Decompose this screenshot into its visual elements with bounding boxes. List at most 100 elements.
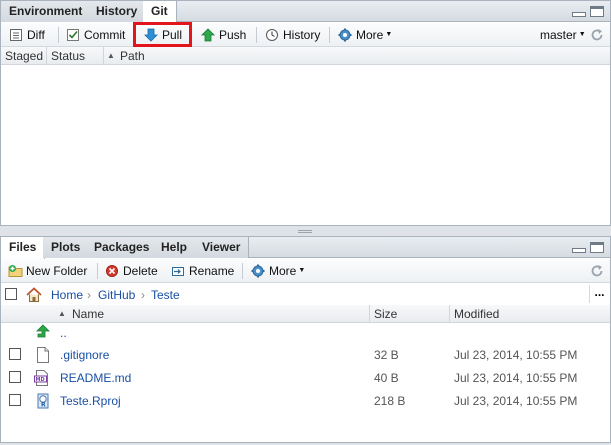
pull-highlight-box: [133, 22, 192, 47]
file-name-link[interactable]: Teste.Rproj: [60, 394, 121, 408]
commit-label: Commit: [84, 28, 126, 42]
rproj-file-icon: R: [35, 393, 51, 409]
tab-history[interactable]: History: [88, 1, 147, 22]
text-file-icon: [36, 347, 50, 363]
column-staged[interactable]: Staged: [5, 47, 43, 65]
commit-checkbox-icon: [66, 28, 80, 42]
tab-help[interactable]: Help: [153, 237, 197, 258]
commit-button[interactable]: Commit: [66, 25, 125, 45]
file-size: 218 B: [374, 394, 406, 408]
tab-viewer[interactable]: Viewer: [194, 237, 250, 258]
file-name-link[interactable]: .gitignore: [60, 348, 109, 362]
sort-ascending-icon: ▲: [107, 51, 115, 60]
more-menu-button[interactable]: More ▼: [338, 25, 392, 45]
select-all-checkbox[interactable]: [5, 288, 17, 300]
more-label: More: [269, 264, 297, 278]
rename-label: Rename: [189, 264, 235, 278]
home-icon[interactable]: [26, 287, 42, 303]
row-checkbox[interactable]: [9, 394, 21, 406]
delete-label: Delete: [123, 264, 158, 278]
tab-git[interactable]: Git: [143, 1, 177, 23]
splitter-grip-icon[interactable]: [298, 230, 312, 233]
tab-files[interactable]: Files: [1, 237, 46, 259]
row-checkbox[interactable]: [9, 371, 21, 383]
delete-button[interactable]: Delete: [105, 261, 158, 281]
breadcrumb: Home › GitHub › Teste ...: [1, 284, 610, 306]
maximize-pane-icon[interactable]: [590, 6, 604, 17]
file-modified: Jul 23, 2014, 10:55 PM: [454, 348, 578, 362]
new-folder-icon: [8, 264, 23, 278]
column-modified[interactable]: Modified: [454, 305, 499, 323]
breadcrumb-github[interactable]: GitHub: [98, 287, 135, 303]
chevron-down-icon: ▼: [385, 31, 393, 38]
toolbar-separator: [329, 27, 330, 43]
table-row[interactable]: MD README.md 40 B Jul 23, 2014, 10:55 PM: [1, 367, 610, 390]
file-name-link[interactable]: README.md: [60, 371, 131, 385]
new-folder-label: New Folder: [26, 264, 88, 278]
toolbar-separator: [97, 263, 98, 279]
breadcrumb-home[interactable]: Home: [51, 287, 83, 303]
git-pane: Environment History Git Diff Commit Pull: [0, 0, 611, 226]
sort-ascending-icon: ▲: [58, 309, 66, 318]
column-divider: [369, 305, 370, 323]
up-level-arrow-icon[interactable]: [35, 324, 51, 340]
table-row[interactable]: R Teste.Rproj 218 B Jul 23, 2014, 10:55 …: [1, 390, 610, 413]
file-size: 40 B: [374, 371, 399, 385]
parent-directory-link[interactable]: ..: [60, 326, 67, 340]
diff-icon: [9, 28, 23, 42]
push-label: Push: [219, 28, 247, 42]
breadcrumb-teste[interactable]: Teste: [151, 287, 180, 303]
toolbar-separator: [256, 27, 257, 43]
chevron-down-icon: ▼: [298, 267, 306, 274]
diff-label: Diff: [27, 28, 45, 42]
column-status[interactable]: Status: [51, 47, 85, 65]
pane-splitter[interactable]: [0, 226, 611, 236]
toolbar-separator: [58, 27, 59, 43]
column-size[interactable]: Size: [374, 305, 397, 323]
column-divider: [449, 305, 450, 323]
minimize-pane-icon[interactable]: [572, 248, 586, 253]
tab-packages[interactable]: Packages: [86, 237, 159, 258]
list-item[interactable]: ..: [1, 322, 610, 345]
breadcrumb-separator: ›: [87, 288, 91, 302]
branch-label: master: [540, 28, 577, 42]
branch-dropdown[interactable]: master ▼: [540, 25, 586, 45]
refresh-icon: [590, 28, 604, 42]
git-column-header: Staged Status ▲ Path: [1, 47, 610, 65]
diff-button[interactable]: Diff: [9, 25, 45, 45]
refresh-button[interactable]: [590, 25, 604, 45]
file-modified: Jul 23, 2014, 10:55 PM: [454, 371, 578, 385]
new-folder-button[interactable]: New Folder: [8, 261, 87, 281]
files-more-menu-button[interactable]: More ▼: [251, 261, 305, 281]
svg-text:R: R: [41, 402, 46, 409]
markdown-file-icon: MD: [34, 370, 50, 386]
history-button[interactable]: History: [265, 25, 320, 45]
files-pane: Files Plots Packages Help Viewer New Fol…: [0, 236, 611, 443]
breadcrumb-separator: ›: [141, 288, 145, 302]
toolbar-separator: [242, 263, 243, 279]
column-name[interactable]: Name: [72, 305, 104, 323]
chevron-down-icon: ▼: [578, 31, 586, 38]
tab-plots[interactable]: Plots: [43, 237, 90, 258]
row-checkbox[interactable]: [9, 348, 21, 360]
history-label: History: [283, 28, 321, 42]
more-label: More: [356, 28, 384, 42]
column-divider: [46, 47, 47, 65]
top-tabbar: Environment History Git: [1, 1, 610, 23]
gear-icon: [251, 264, 265, 278]
tab-environment[interactable]: Environment: [1, 1, 92, 22]
go-to-directory-button[interactable]: ...: [589, 285, 609, 303]
rename-icon: [171, 264, 185, 278]
gear-icon: [338, 28, 352, 42]
rename-button[interactable]: Rename: [171, 261, 234, 281]
table-row[interactable]: .gitignore 32 B Jul 23, 2014, 10:55 PM: [1, 344, 610, 367]
column-path[interactable]: Path: [120, 47, 145, 65]
refresh-button[interactable]: [590, 261, 604, 281]
clock-icon: [265, 28, 279, 42]
maximize-pane-icon[interactable]: [590, 242, 604, 253]
minimize-pane-icon[interactable]: [572, 12, 586, 17]
files-column-header: ▲ Name Size Modified: [1, 305, 610, 323]
push-arrow-up-icon: [201, 28, 215, 42]
push-button[interactable]: Push: [201, 25, 246, 45]
git-toolbar: Diff Commit Pull Push History More ▼ mas…: [1, 23, 610, 47]
